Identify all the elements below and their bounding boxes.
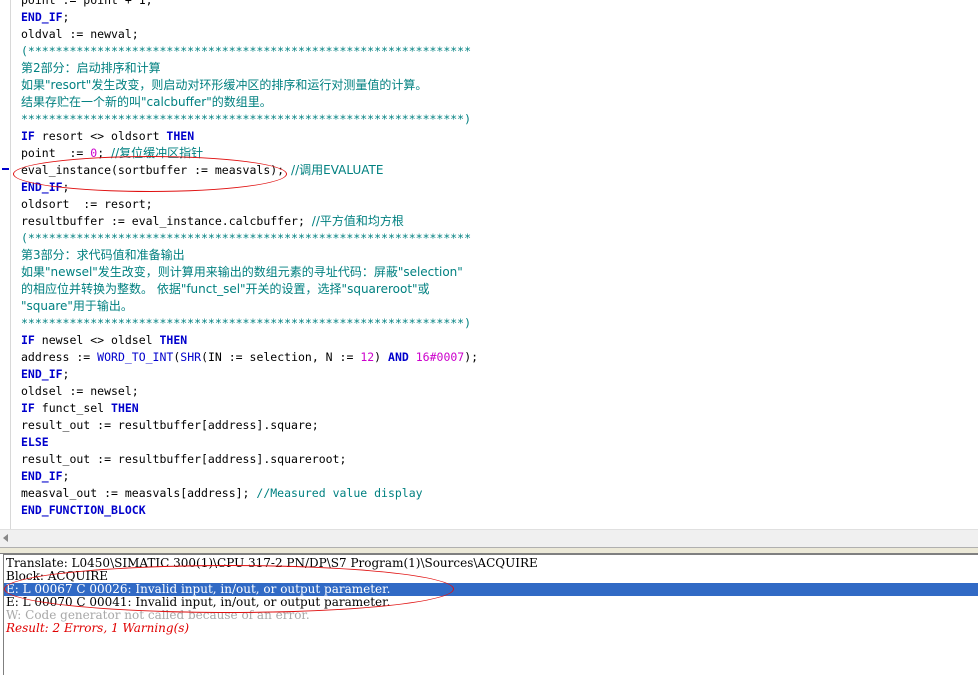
- code-token: (***************************************…: [21, 231, 472, 245]
- code-token: <>: [90, 129, 105, 143]
- code-token: THEN: [159, 333, 188, 347]
- code-token: //调用EVALUATE: [291, 163, 384, 177]
- code-token: ): [374, 350, 389, 364]
- code-line[interactable]: 的相应位并转换为整数。 依据"funct_sel"开关的设置，选择"square…: [21, 281, 430, 298]
- code-line[interactable]: oldsel := newsel;: [21, 383, 139, 400]
- breakpoint-marker: [2, 168, 9, 170]
- code-token: result_out := resultbuffer[address].squa…: [21, 452, 347, 466]
- code-line[interactable]: resultbuffer := eval_instance.calcbuffer…: [21, 213, 404, 230]
- code-token: THEN: [166, 129, 195, 143]
- output-result-line: Result: 2 Errors, 1 Warning(s): [6, 621, 190, 635]
- code-token: 12: [360, 350, 375, 364]
- code-token: oldsel := newsel;: [21, 384, 139, 398]
- code-token: point := point + 1;: [21, 0, 153, 7]
- code-token: ;: [62, 180, 70, 194]
- output-panel[interactable]: Translate: L0450\SIMATIC 300(1)\CPU 317-…: [3, 554, 978, 675]
- code-token: THEN: [111, 401, 139, 415]
- code-line[interactable]: measval_out := measvals[address]; //Meas…: [21, 485, 423, 502]
- code-token: 如果"resort"发生改变，则启动对环形缓冲区的排序和运行对测量值的计算。: [21, 78, 428, 92]
- code-line[interactable]: ****************************************…: [21, 315, 471, 332]
- code-editor[interactable]: point := point + 1; END_IF; oldval := newv…: [0, 0, 978, 529]
- code-line[interactable]: ELSE: [21, 434, 49, 451]
- code-line[interactable]: 如果"resort"发生改变，则启动对环形缓冲区的排序和运行对测量值的计算。: [21, 77, 427, 94]
- code-token: END_IF: [21, 10, 63, 24]
- code-token: funct_sel: [34, 401, 112, 415]
- code-line[interactable]: (***************************************…: [21, 43, 471, 60]
- code-line[interactable]: 如果"newsel"发生改变，则计算用来输出的数组元素的寻址代码：屏蔽"sele…: [21, 264, 463, 281]
- code-line[interactable]: (***************************************…: [21, 230, 471, 247]
- code-token: IF: [21, 333, 35, 347]
- code-token: END_IF: [21, 180, 63, 194]
- code-token: 第3部分：求代码值和准备输出: [21, 248, 185, 262]
- code-token: newsel: [34, 333, 91, 347]
- code-line[interactable]: END_IF;: [21, 366, 69, 383]
- code-token: 16#0007: [415, 350, 465, 364]
- horizontal-scrollbar[interactable]: [0, 529, 978, 547]
- code-token: AND: [388, 350, 409, 364]
- code-token: END_IF: [21, 367, 63, 381]
- code-token: (***************************************…: [21, 44, 472, 58]
- code-token: (IN := selection, N :=: [201, 350, 361, 364]
- scroll-left-icon[interactable]: [3, 534, 8, 542]
- code-line[interactable]: 结果存贮在一个新的叫"calcbuffer"的数组里。: [21, 94, 272, 111]
- code-token: resort: [34, 129, 91, 143]
- code-token: oldval := newval;: [21, 27, 139, 41]
- code-token: 结果存贮在一个新的叫"calcbuffer"的数组里。: [21, 95, 272, 109]
- code-line[interactable]: ****************************************…: [21, 111, 471, 128]
- code-line[interactable]: result_out := resultbuffer[address].squa…: [21, 417, 319, 434]
- code-token: oldsel: [104, 333, 160, 347]
- code-line[interactable]: IF funct_sel THEN: [21, 400, 139, 417]
- output-translate-line[interactable]: Translate: L0450\SIMATIC 300(1)\CPU 317-…: [4, 557, 978, 570]
- gutter-divider: [10, 0, 11, 529]
- code-token: );: [464, 350, 479, 364]
- code-token: IF: [21, 129, 35, 143]
- code-token: point :=: [21, 146, 91, 160]
- code-line[interactable]: END_IF;: [21, 9, 69, 26]
- code-line[interactable]: END_IF;: [21, 179, 69, 196]
- code-token: 的相应位并转换为整数。 依据"funct_sel"开关的设置，选择"square…: [21, 282, 430, 296]
- code-token: resultbuffer := eval_instance.calcbuffer…: [21, 214, 312, 228]
- code-token: measval_out := measvals[address];: [21, 486, 257, 500]
- code-line[interactable]: 第3部分：求代码值和准备输出: [21, 247, 185, 264]
- code-line[interactable]: oldval := newval;: [21, 26, 139, 43]
- code-line[interactable]: eval_instance(sortbuffer := measvals); /…: [21, 162, 383, 179]
- code-token: //平方值和均方根: [311, 214, 404, 228]
- code-token: WORD_TO_INT: [97, 350, 174, 364]
- code-token: eval_instance(sortbuffer := measvals);: [21, 163, 292, 177]
- code-token: ;: [62, 469, 70, 483]
- code-token: END_FUNCTION_BLOCK: [21, 503, 146, 517]
- code-token: SHR: [180, 350, 202, 364]
- code-line[interactable]: oldsort := resort;: [21, 196, 153, 213]
- code-token: //复位缓冲区指针: [111, 146, 204, 160]
- code-token: ELSE: [21, 435, 49, 449]
- code-token: ;: [97, 146, 112, 160]
- code-token: result_out := resultbuffer[address].squa…: [21, 418, 319, 432]
- code-token: IF: [21, 401, 35, 415]
- code-line[interactable]: address := WORD_TO_INT(SHR(IN := selecti…: [21, 349, 478, 366]
- code-token: "square"用于输出。: [21, 299, 133, 313]
- code-line[interactable]: point := 0; //复位缓冲区指针: [21, 145, 203, 162]
- code-token: //Measured value display: [256, 486, 423, 500]
- code-line[interactable]: point := point + 1;: [21, 0, 153, 9]
- code-token: END_IF: [21, 469, 63, 483]
- code-line[interactable]: 第2部分：启动排序和计算: [21, 60, 161, 77]
- code-line[interactable]: IF newsel <> oldsel THEN: [21, 332, 187, 349]
- code-token: ;: [62, 10, 70, 24]
- code-line[interactable]: END_FUNCTION_BLOCK: [21, 502, 146, 519]
- code-token: 如果"newsel"发生改变，则计算用来输出的数组元素的寻址代码：屏蔽"sele…: [21, 265, 463, 279]
- code-token: oldsort := resort;: [21, 197, 153, 211]
- code-token: ****************************************…: [21, 316, 472, 330]
- code-line[interactable]: "square"用于输出。: [21, 298, 133, 315]
- code-token: <>: [90, 333, 105, 347]
- code-token: 第2部分：启动排序和计算: [21, 61, 161, 75]
- code-token: oldsort: [104, 129, 167, 143]
- code-line[interactable]: END_IF;: [21, 468, 69, 485]
- pane-splitter[interactable]: [0, 547, 978, 554]
- code-token: ****************************************…: [21, 112, 472, 126]
- code-token: address :=: [21, 350, 98, 364]
- code-token: ;: [62, 367, 70, 381]
- code-line[interactable]: result_out := resultbuffer[address].squa…: [21, 451, 346, 468]
- code-line[interactable]: IF resort <> oldsort THEN: [21, 128, 194, 145]
